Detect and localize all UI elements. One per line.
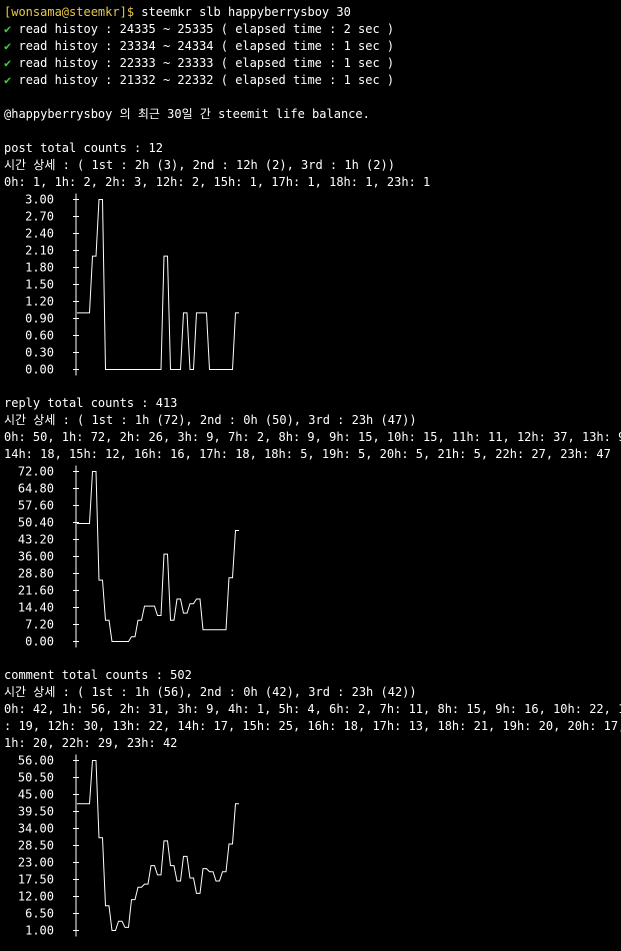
- post-time-detail: 시간 상세 : ( 1st : 2h (3), 2nd : 12h (2), 3…: [4, 158, 395, 172]
- read-line: ✔ read histoy : 21332 ~ 22332 ( elapsed …: [4, 72, 621, 89]
- post-hours-line: 0h: 1, 1h: 2, 2h: 3, 12h: 2, 15h: 1, 17h…: [4, 175, 431, 189]
- y-tick-label: 17.50: [18, 873, 54, 887]
- read-line: ✔ read histoy : 22333 ~ 23333 ( elapsed …: [4, 55, 621, 72]
- prompt-symbol: $: [126, 5, 135, 19]
- reply-chart: 72.00 64.80 57.60 50.40 43.20 36.00 28.80 21.60…: [4, 463, 621, 650]
- reply-total-counts: reply total counts : 413: [4, 396, 178, 410]
- chart-svg: 56.00 50.50 45.00 39.50 34.00 28.50 23.00 17.50…: [18, 754, 239, 938]
- check-icon: ✔: [4, 56, 12, 70]
- y-tick-label: 1.00: [25, 924, 54, 938]
- command-text: steemkr slb happyberrysboy 30: [141, 5, 351, 19]
- y-tick-label: 2.10: [25, 244, 54, 258]
- y-tick-label: 57.60: [18, 499, 54, 513]
- y-tick-label: 28.80: [18, 567, 54, 581]
- reply-hours-line: 0h: 50, 1h: 72, 2h: 26, 3h: 9, 7h: 2, 8h…: [4, 430, 621, 444]
- check-icon: ✔: [4, 22, 12, 36]
- post-chart: 3.00 2.70 2.40 2.10 1.80 1.50 1.20 0.90 0.60 0.30…: [4, 191, 621, 378]
- y-tick-label: 21.60: [18, 584, 54, 598]
- summary-line: @happyberrysboy 의 최근 30일 간 steemit life …: [4, 107, 370, 121]
- y-tick-label: 56.00: [18, 754, 54, 768]
- y-tick-label: 50.50: [18, 771, 54, 785]
- y-tick-label: 50.40: [18, 516, 54, 530]
- y-tick-label: 1.20: [25, 295, 54, 309]
- comment-time-detail: 시간 상세 : ( 1st : 1h (56), 2nd : 0h (42), …: [4, 685, 417, 699]
- y-tick-label: 39.50: [18, 805, 54, 819]
- chart-svg: 3.00 2.70 2.40 2.10 1.80 1.50 1.20 0.90 0.60 0.30…: [25, 193, 239, 377]
- comment-hours-line: 1h: 20, 22h: 29, 23h: 42: [4, 736, 178, 750]
- y-tick-label: 23.00: [18, 856, 54, 870]
- y-tick-label: 0.00: [25, 363, 54, 377]
- read-line-text: read histoy : 23334 ~ 24334 ( elapsed ti…: [18, 39, 395, 53]
- y-tick-label: 0.90: [25, 312, 54, 326]
- read-line: ✔ read histoy : 23334 ~ 24334 ( elapsed …: [4, 38, 621, 55]
- read-line-text: read histoy : 21332 ~ 22332 ( elapsed ti…: [18, 73, 395, 87]
- y-tick-label: 64.80: [18, 482, 54, 496]
- y-tick-label: 12.00: [18, 890, 54, 904]
- reply-time-detail: 시간 상세 : ( 1st : 1h (72), 2nd : 0h (50), …: [4, 413, 417, 427]
- post-total-counts: post total counts : 12: [4, 141, 163, 155]
- prompt-user: [wonsama@steemkr]: [4, 5, 127, 19]
- series-line: [77, 471, 239, 642]
- check-icon: ✔: [4, 73, 12, 87]
- read-line-text: read histoy : 24335 ~ 25335 ( elapsed ti…: [18, 22, 395, 36]
- y-tick-label: 6.50: [25, 907, 54, 921]
- reply-hours-line: 14h: 18, 15h: 12, 16h: 16, 17h: 18, 18h:…: [4, 447, 611, 461]
- y-tick-label: 3.00: [25, 193, 54, 207]
- check-icon: ✔: [4, 39, 12, 53]
- read-line: ✔ read histoy : 24335 ~ 25335 ( elapsed …: [4, 21, 621, 38]
- read-line-text: read histoy : 22333 ~ 23333 ( elapsed ti…: [18, 56, 395, 70]
- y-tick-label: 1.50: [25, 278, 54, 292]
- y-tick-label: 1.80: [25, 261, 54, 275]
- y-tick-label: 28.50: [18, 839, 54, 853]
- y-tick-label: 36.00: [18, 550, 54, 564]
- y-tick-label: 0.30: [25, 346, 54, 360]
- y-tick-label: 7.20: [25, 618, 54, 632]
- comment-hours-line: 0h: 42, 1h: 56, 2h: 31, 3h: 9, 4h: 1, 5h…: [4, 702, 621, 716]
- y-tick-label: 34.00: [18, 822, 54, 836]
- terminal-output: [wonsama@steemkr]$ steemkr slb happyberr…: [4, 4, 621, 939]
- command-line: [wonsama@steemkr]$ steemkr slb happyberr…: [4, 4, 621, 21]
- comment-hours-line: : 19, 12h: 30, 13h: 22, 14h: 17, 15h: 25…: [4, 719, 621, 733]
- y-tick-label: 43.20: [18, 533, 54, 547]
- y-tick-label: 0.60: [25, 329, 54, 343]
- y-tick-label: 45.00: [18, 788, 54, 802]
- chart-svg: 72.00 64.80 57.60 50.40 43.20 36.00 28.80 21.60…: [18, 465, 239, 649]
- comment-chart: 56.00 50.50 45.00 39.50 34.00 28.50 23.00 17.50…: [4, 752, 621, 939]
- series-line: [77, 199, 239, 370]
- y-tick-label: 0.00: [25, 635, 54, 649]
- y-tick-label: 2.40: [25, 227, 54, 241]
- series-line: [77, 760, 239, 931]
- y-tick-label: 72.00: [18, 465, 54, 479]
- comment-total-counts: comment total counts : 502: [4, 668, 192, 682]
- y-tick-label: 14.40: [18, 601, 54, 615]
- y-tick-label: 2.70: [25, 210, 54, 224]
